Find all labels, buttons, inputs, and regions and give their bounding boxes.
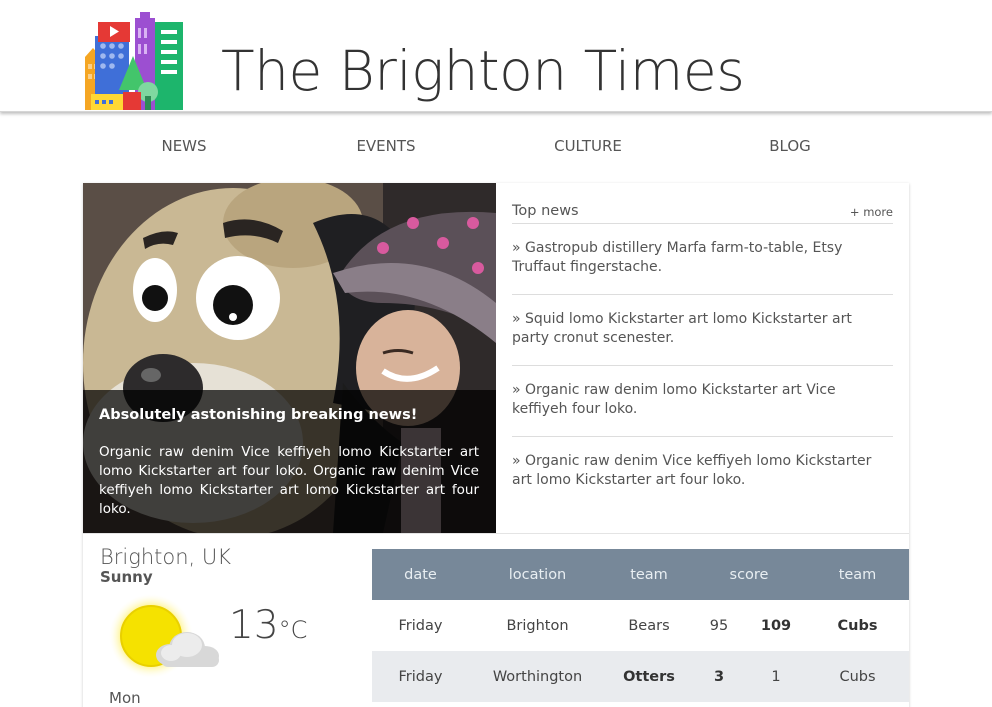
column-header-date[interactable]: date — [372, 549, 469, 600]
cell-team1: Otters — [606, 651, 692, 702]
main-card: Absolutely astonishing breaking news! Or… — [83, 183, 909, 707]
hero-text: Organic raw denim Vice keffiyeh lomo Kic… — [99, 444, 479, 517]
cell-team2: Cubs — [806, 651, 909, 702]
nav-item-news[interactable]: NEWS — [83, 128, 285, 164]
site-title[interactable]: The Brighton Times — [221, 36, 745, 106]
top-news-panel: Top news + more » Gastropub distillery M… — [512, 199, 893, 508]
cell-date: Friday — [398, 617, 443, 634]
news-item[interactable]: » Organic raw denim lomo Kickstarter art… — [512, 366, 893, 437]
column-header-score[interactable]: score — [692, 549, 806, 600]
hero-headline[interactable]: Absolutely astonishing breaking news! — [99, 406, 479, 424]
table-row[interactable]: Friday Worthington Otters 3 1 Cubs — [372, 651, 909, 702]
hero-caption: Absolutely astonishing breaking news! Or… — [83, 390, 496, 533]
table-header-row: date location team score team — [372, 549, 909, 600]
news-item[interactable]: » Squid lomo Kickstarter art lomo Kickst… — [512, 295, 893, 366]
weather-condition: Sunny — [100, 568, 153, 586]
weather-city: Brighton, UK — [100, 545, 232, 569]
cell-score1: 95 — [709, 617, 729, 634]
hero-story[interactable]: Absolutely astonishing breaking news! Or… — [83, 183, 496, 533]
city-logo-icon[interactable] — [83, 12, 183, 111]
top-news-title: Top news — [512, 203, 579, 219]
nav-item-blog[interactable]: BLOG — [689, 128, 891, 164]
forecast-day: Mon — [109, 689, 141, 707]
column-header-team[interactable]: team — [606, 549, 692, 600]
site-header: The Brighton Times — [0, 0, 992, 112]
cell-score1: 3 — [692, 651, 746, 702]
nav-item-culture[interactable]: CULTURE — [487, 128, 689, 164]
cell-score2: 1 — [746, 651, 806, 702]
cell-location: Brighton — [506, 617, 569, 634]
cell-team1: Bears — [628, 617, 670, 634]
temperature-unit: °C — [278, 616, 308, 644]
column-header-location[interactable]: location — [469, 549, 606, 600]
news-item[interactable]: » Organic raw denim Vice keffiyeh lomo K… — [512, 437, 893, 508]
cell-team2: Cubs — [837, 617, 878, 634]
weather-temperature: 13°C — [229, 603, 307, 648]
cell-date: Friday — [372, 651, 469, 702]
sun-cloud-icon — [105, 593, 229, 683]
news-item[interactable]: » Gastropub distillery Marfa farm-to-tab… — [512, 224, 893, 295]
cell-score2: 109 — [760, 617, 792, 634]
top-news-header: Top news + more — [512, 199, 893, 224]
main-nav: NEWS EVENTS CULTURE BLOG — [83, 128, 909, 164]
section-divider — [83, 533, 909, 534]
more-news-link[interactable]: + more — [850, 205, 893, 219]
column-header-team[interactable]: team — [806, 549, 909, 600]
temperature-value: 13 — [229, 603, 279, 648]
table-row[interactable]: Friday Brighton Bears 95 109 Cubs — [372, 600, 909, 651]
cell-location: Worthington — [469, 651, 606, 702]
nav-item-events[interactable]: EVENTS — [285, 128, 487, 164]
scores-table: date location team score team Friday Bri… — [372, 549, 909, 702]
